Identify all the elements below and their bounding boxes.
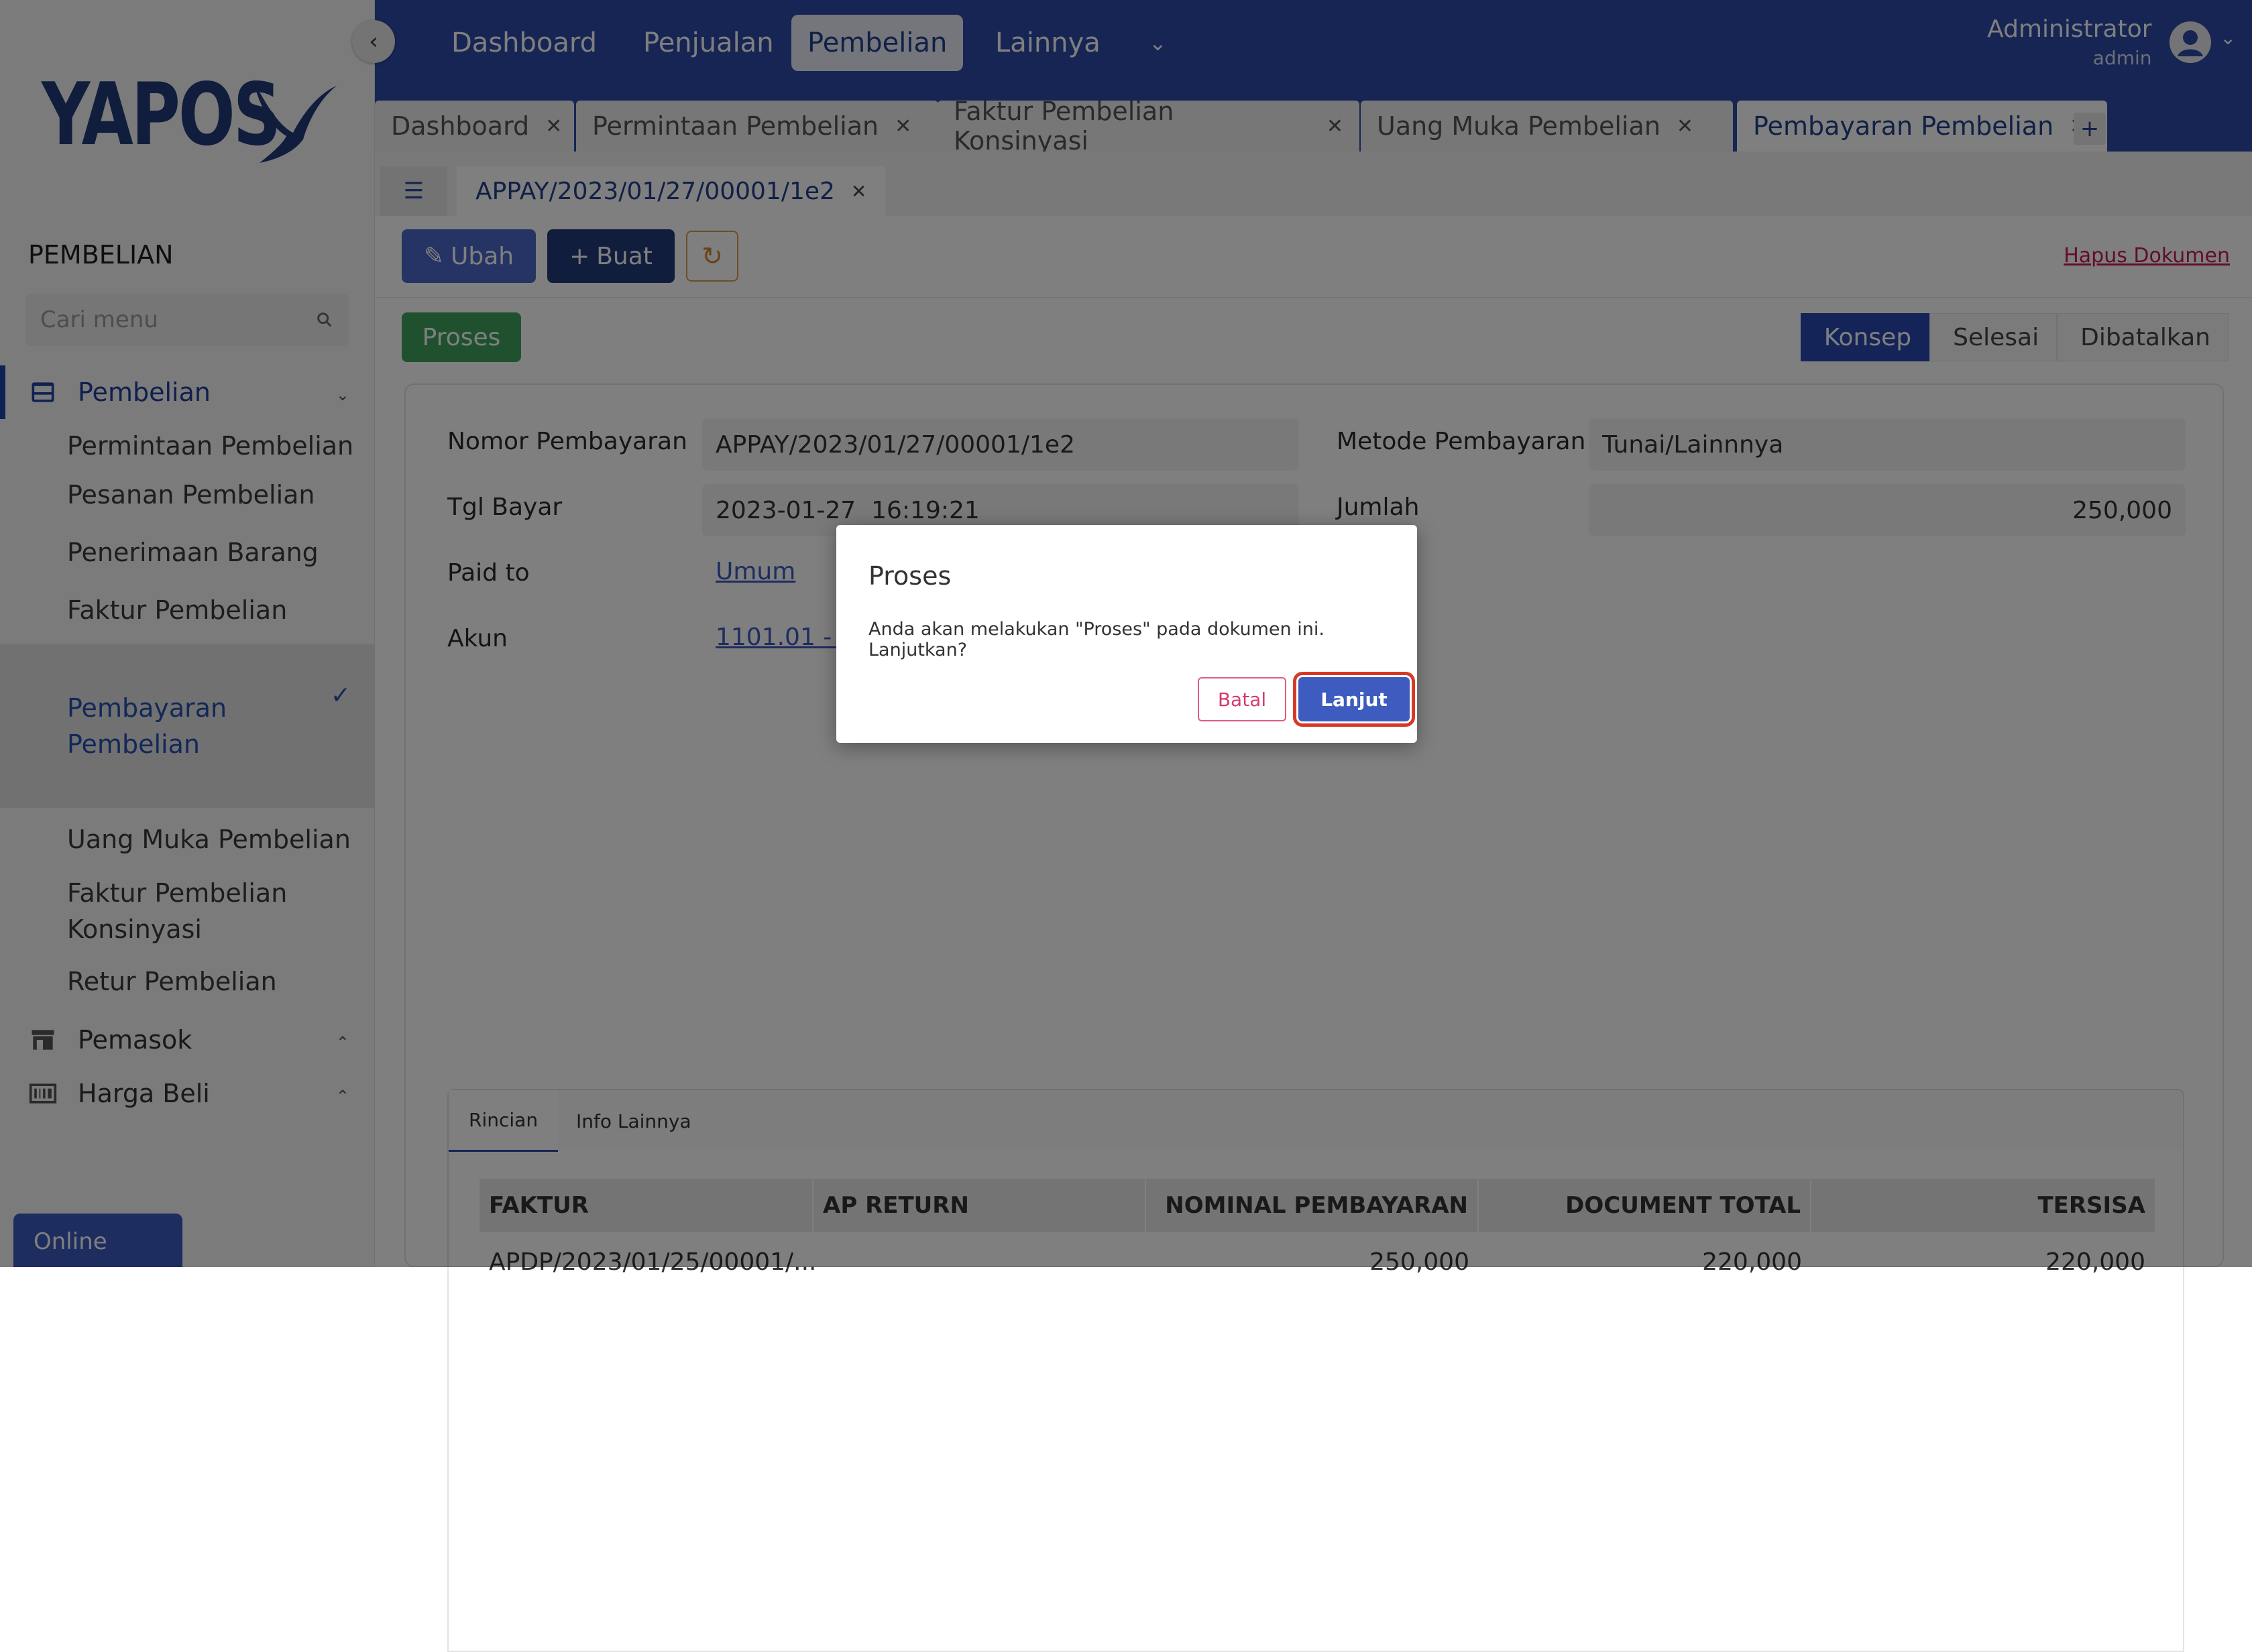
dialog-message: Anda akan melakukan "Proses" pada dokume… [868, 619, 1325, 660]
confirm-dialog: Proses Anda akan melakukan "Proses" pada… [836, 525, 1417, 743]
dialog-title: Proses [868, 561, 952, 591]
cancel-button[interactable]: Batal [1198, 677, 1286, 721]
confirm-button[interactable]: Lanjut [1293, 672, 1415, 727]
